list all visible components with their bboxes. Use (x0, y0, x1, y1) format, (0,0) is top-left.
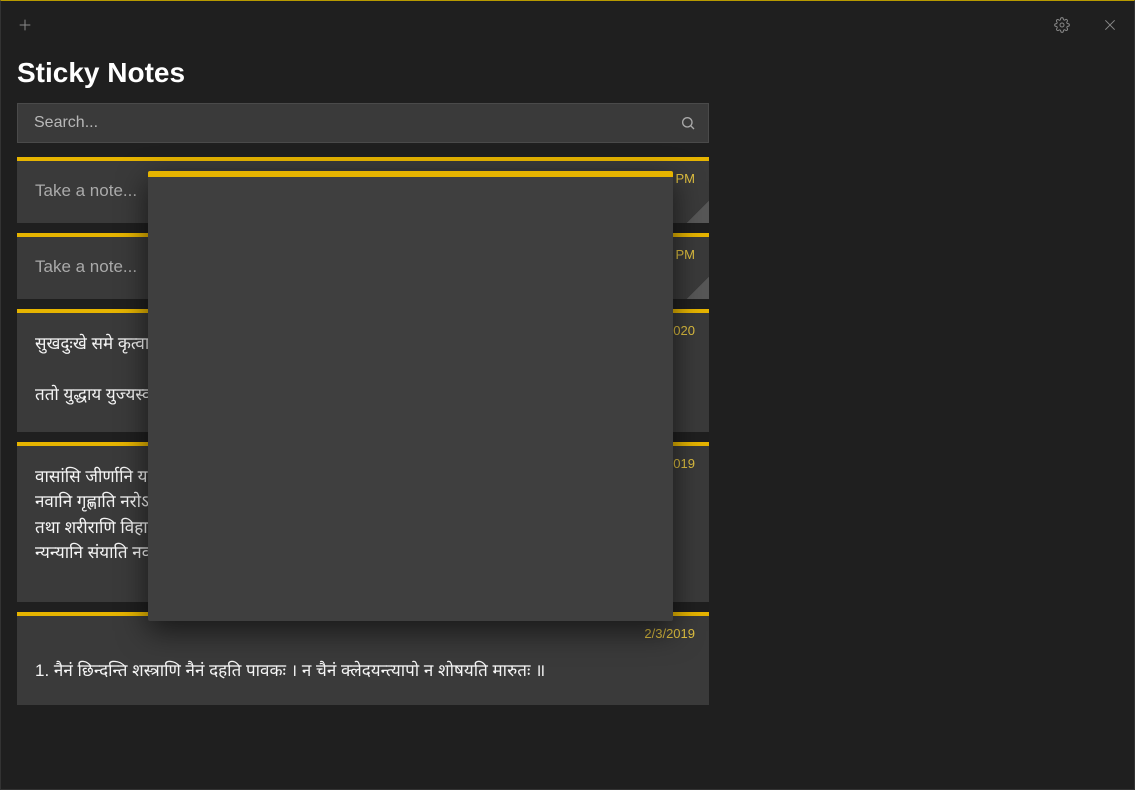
note-card[interactable]: 2/3/2019 1. नैनं छिन्दन्ति शस्त्राणि नैन… (17, 612, 709, 706)
search-box[interactable] (17, 103, 709, 143)
note-body: 1. नैनं छिन्दन्ति शस्त्राणि नैनं दहति पा… (35, 658, 691, 684)
page-title: Sticky Notes (17, 57, 709, 89)
search-icon-wrap[interactable] (668, 115, 708, 131)
settings-button[interactable] (1038, 1, 1086, 49)
search-icon (680, 115, 696, 131)
note-timestamp: 2/3/2019 (644, 626, 695, 641)
gear-icon (1054, 17, 1070, 33)
close-icon (1102, 17, 1118, 33)
app-window: Sticky Notes 3:55 PM Take a note... 3:54… (0, 0, 1135, 790)
fold-corner-icon (687, 201, 709, 223)
add-note-button[interactable] (1, 1, 49, 49)
close-button[interactable] (1086, 1, 1134, 49)
add-icon (17, 17, 33, 33)
titlebar (1, 1, 1134, 49)
sticky-note-popup[interactable] (148, 171, 673, 621)
fold-corner-icon (687, 277, 709, 299)
search-input[interactable] (18, 114, 668, 132)
